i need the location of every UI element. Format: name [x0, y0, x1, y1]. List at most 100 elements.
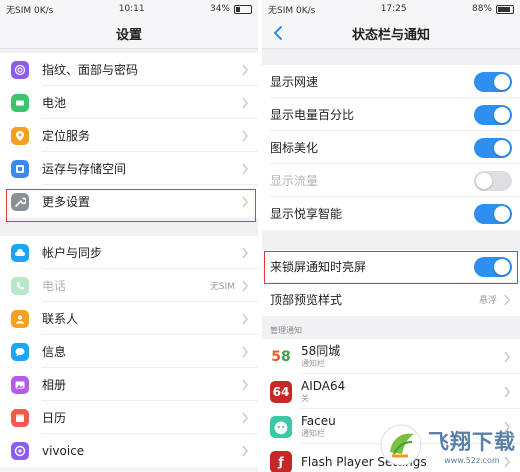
chevron-right-icon: [242, 346, 248, 357]
settings-row[interactable]: 电话 无SIM: [0, 269, 258, 302]
settings-row[interactable]: 指纹、面部与密码: [0, 53, 258, 86]
row-label: 运存与存储空间: [42, 162, 127, 176]
chevron-right-icon: [242, 247, 248, 258]
settings-row[interactable]: 日历: [0, 401, 258, 434]
switch-toggle[interactable]: [474, 137, 512, 158]
watermark: 飞翔下载 www.52z.com: [378, 422, 516, 468]
settings-row[interactable]: 定位服务: [0, 119, 258, 152]
row-label: 电话: [42, 279, 67, 293]
settings-group-1: 指纹、面部与密码 电池定位服务运存与存储空间 更多设置: [0, 53, 258, 218]
toggle-row[interactable]: 图标美化: [262, 131, 520, 164]
chevron-left-icon: [273, 26, 282, 40]
settings-row[interactable]: 相册: [0, 368, 258, 401]
app-notification-row[interactable]: 64 AIDA64 关: [262, 374, 520, 409]
chevron-right-icon: [242, 163, 248, 174]
row-label: 显示电量百分比: [270, 108, 355, 122]
settings-row[interactable]: 帐户与同步: [0, 236, 258, 269]
settings-group-2: 帐户与同步电话 无SIM 联系人 信息相册日历 vivoice: [0, 236, 258, 467]
watermark-title: 飞翔下载: [428, 429, 516, 454]
chevron-right-icon: [504, 386, 510, 397]
chevron-right-icon: [242, 412, 248, 423]
cloud-icon: [11, 243, 29, 262]
lock-wake-row[interactable]: 来锁屏通知时亮屏: [262, 250, 520, 283]
row-label: 显示流量: [270, 174, 319, 188]
top-preview-value: 悬浮: [478, 296, 497, 306]
fingerprint-icon: [11, 60, 29, 79]
settings-row[interactable]: 更多设置: [0, 185, 258, 218]
row-label: 定位服务: [42, 129, 91, 143]
contacts-icon: [11, 309, 29, 328]
chevron-right-icon: [242, 313, 248, 324]
58-icon: 58: [270, 345, 292, 368]
row-label: 指纹、面部与密码: [42, 63, 139, 77]
battery-icon: [11, 93, 29, 112]
toggle-row[interactable]: 显示网速: [262, 65, 520, 98]
row-label: 帐户与同步: [42, 246, 103, 260]
row-label: 图标美化: [270, 141, 319, 155]
settings-row[interactable]: 电池: [0, 86, 258, 119]
row-label: 更多设置: [42, 195, 91, 209]
app-notify-mode: 关: [301, 394, 309, 403]
row-label: 电池: [42, 96, 67, 110]
switch-toggle[interactable]: [474, 203, 512, 224]
location-icon: [11, 126, 29, 145]
toggle-group: 显示网速显示电量百分比 图标美化显示流量显示悦享智能: [262, 65, 520, 230]
switch-toggle[interactable]: [474, 71, 512, 92]
chevron-right-icon: [242, 64, 248, 75]
lock-group: 来锁屏通知时亮屏 顶部预览样式 悬浮: [262, 250, 520, 316]
battery-icon: [495, 4, 514, 14]
chevron-right-icon: [242, 445, 248, 456]
app-notification-row[interactable]: 5 8 58同城 通知栏: [262, 339, 520, 374]
flash-icon: ƒ: [270, 450, 292, 472]
status-bar: 无SIM 0K/s 17:25 88%: [262, 0, 520, 18]
app-notify-mode: 通知栏: [301, 359, 325, 368]
settings-row[interactable]: 联系人: [0, 302, 258, 335]
storage-icon: [11, 159, 29, 178]
carrier-text: 无SIM 0K/s: [6, 5, 54, 16]
battery-percent: 88%: [471, 4, 492, 14]
toggle-row[interactable]: 显示流量: [262, 164, 520, 197]
chevron-right-icon: [242, 379, 248, 390]
top-preview-row[interactable]: 顶部预览样式 悬浮: [262, 283, 520, 316]
wrench-icon: [11, 192, 29, 211]
settings-screen: 无SIM 0K/s 10:11 34% 设置 指纹、面部与密码 电池定位服务运存与…: [0, 0, 258, 472]
nav-bar: 设置: [0, 18, 258, 49]
chevron-right-icon: [504, 294, 510, 305]
chevron-right-icon: [242, 130, 248, 141]
battery-icon: [233, 4, 252, 14]
page-title: 设置: [115, 27, 142, 43]
row-label: 相册: [42, 378, 67, 392]
switch-toggle[interactable]: [474, 170, 512, 191]
row-value: 无SIM: [209, 282, 235, 292]
switch-toggle[interactable]: [474, 104, 512, 125]
lock-wake-toggle[interactable]: [474, 256, 512, 277]
row-label: 显示网速: [270, 75, 319, 89]
section-header: 管理通知: [262, 316, 520, 339]
row-label: 顶部预览样式: [270, 293, 343, 307]
clock: 10:11: [118, 4, 145, 14]
app-name: 58同城: [301, 344, 341, 358]
toggle-row[interactable]: 显示电量百分比: [262, 98, 520, 131]
aida64-icon: 64: [270, 380, 292, 403]
app-name: AIDA64: [301, 379, 346, 393]
row-label: 日历: [42, 411, 67, 425]
carrier-text: 无SIM 0K/s: [268, 5, 316, 16]
page-title: 状态栏与通知: [351, 27, 430, 43]
statusbar-notification-screen: 无SIM 0K/s 17:25 88% 状态栏与通知 显示网速显示电量百分比 图标…: [262, 0, 520, 472]
row-label: 来锁屏通知时亮屏: [270, 260, 367, 274]
row-label: vivoice: [42, 443, 85, 458]
battery-percent: 34%: [209, 4, 230, 14]
status-bar: 无SIM 0K/s 10:11 34%: [0, 0, 258, 18]
watermark-url: www.52z.com: [444, 455, 500, 465]
settings-row[interactable]: 信息: [0, 335, 258, 368]
nav-bar: 状态栏与通知: [262, 18, 520, 49]
settings-row[interactable]: 运存与存储空间: [0, 152, 258, 185]
chevron-right-icon: [242, 280, 248, 291]
back-button[interactable]: [270, 24, 288, 42]
vivoice-icon: [11, 441, 29, 460]
settings-row[interactable]: vivoice: [0, 434, 258, 467]
phone-icon: [11, 276, 29, 295]
chevron-right-icon: [504, 351, 510, 362]
toggle-row[interactable]: 显示悦享智能: [262, 197, 520, 230]
watermark-logo: [380, 424, 422, 466]
